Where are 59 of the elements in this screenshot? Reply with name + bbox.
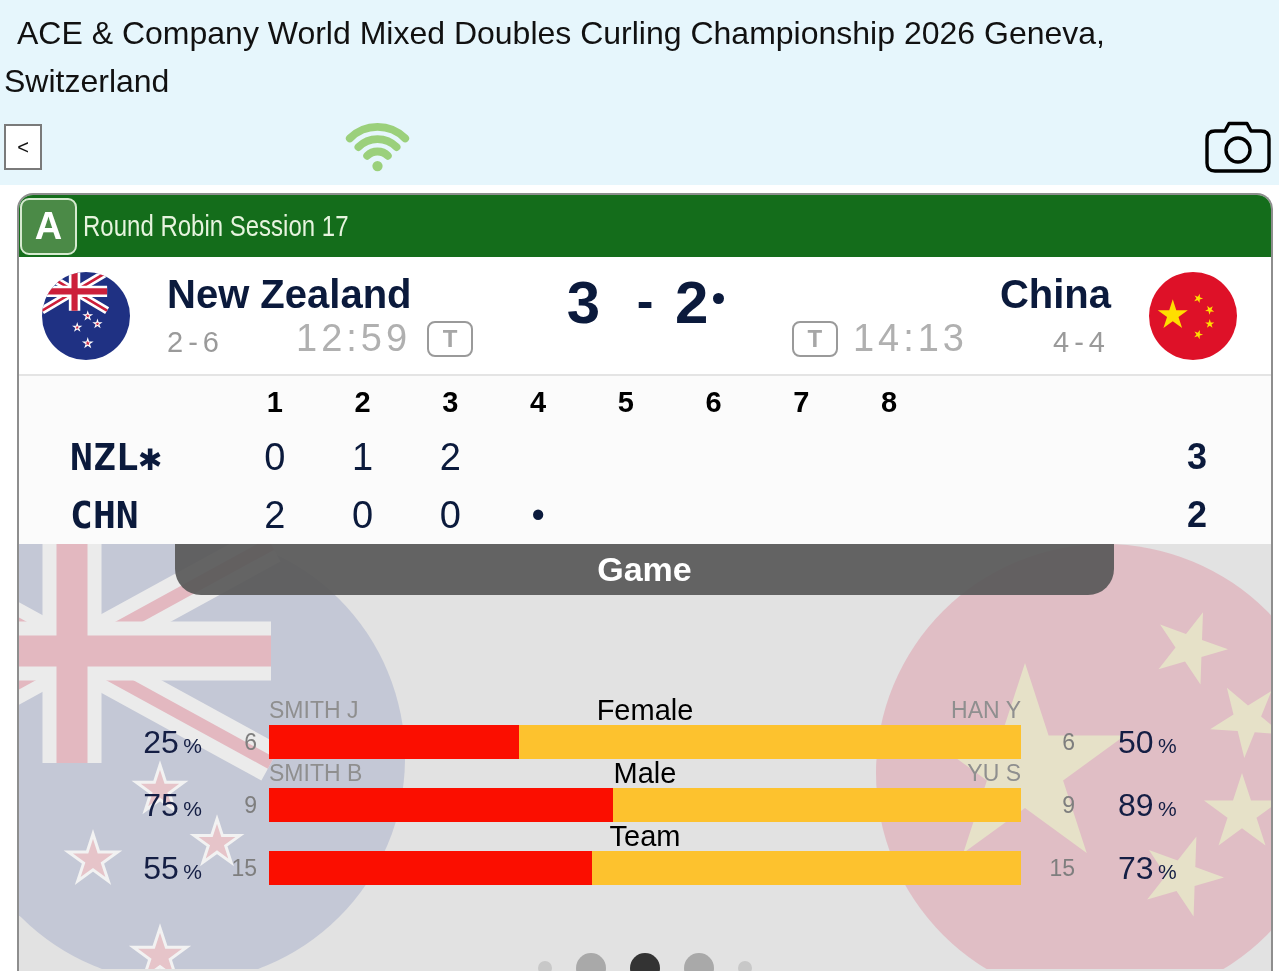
player-name: YU S <box>967 760 1021 786</box>
end-score: 0 <box>352 493 374 536</box>
shot-count: 15 <box>1049 854 1075 882</box>
time-remaining: 12:59 <box>296 317 412 360</box>
shot-count: 6 <box>244 728 257 756</box>
end-score: 1 <box>352 435 374 478</box>
percentage: 89% <box>1118 786 1177 824</box>
total-score: 2 <box>1186 494 1207 535</box>
player-name: SMITH J <box>269 697 359 723</box>
team-record: 4-4 <box>1052 325 1111 359</box>
end-score: 0 <box>264 435 286 478</box>
timeout-indicator: T <box>427 320 474 357</box>
end-score: 2 <box>264 493 286 536</box>
session-name: Round Robin Session 17 <box>83 209 349 243</box>
end-score: • <box>531 493 545 536</box>
wifi-icon <box>345 122 410 172</box>
shot-count: 6 <box>1062 728 1075 756</box>
team-name: New Zealand <box>167 270 413 317</box>
score-separator: - <box>636 271 654 330</box>
percentage: 73% <box>1118 849 1177 887</box>
camera-icon[interactable] <box>1205 121 1271 173</box>
page-title: ACE & Company World Mixed Doubles Curling Championship 2026 Geneva, Switzerland <box>3 14 1106 101</box>
stat-label: Team <box>609 822 681 851</box>
percentage: 75% <box>143 786 202 824</box>
end-score: 0 <box>439 493 461 536</box>
end-number: 6 <box>705 385 722 418</box>
flag-icon <box>1149 271 1237 360</box>
end-number: 8 <box>881 385 898 418</box>
stat-label: Female <box>596 696 694 725</box>
end-number: 7 <box>793 385 810 418</box>
end-number: 1 <box>266 385 283 418</box>
player-name: SMITH B <box>269 760 363 786</box>
end-number: 3 <box>442 385 459 418</box>
team-code: CHN <box>70 493 139 537</box>
team-score: 2 <box>675 270 709 335</box>
team-name: China <box>999 270 1111 317</box>
team-code: NZL✱ <box>70 435 162 479</box>
total-score: 3 <box>1186 436 1207 477</box>
player-name: HAN Y <box>951 697 1021 723</box>
shot-count: 9 <box>244 791 257 819</box>
end-number: 2 <box>354 385 371 418</box>
shot-count: 9 <box>1062 791 1075 819</box>
end-number: 4 <box>530 385 547 418</box>
percentage: 25% <box>143 723 202 761</box>
shot-count: 15 <box>231 854 257 882</box>
team-record: 2-6 <box>167 325 225 359</box>
letter-badge: A <box>20 197 77 255</box>
page-dot[interactable] <box>538 961 552 971</box>
back-button[interactable]: < <box>4 124 42 170</box>
percentage: 50% <box>1118 723 1177 761</box>
page-dot[interactable] <box>738 961 752 971</box>
page-title-bar: Game <box>175 544 1114 595</box>
time-remaining: 14:13 <box>852 317 968 360</box>
end-score: 2 <box>439 435 461 478</box>
end-number: 5 <box>617 385 634 418</box>
percentage: 55% <box>143 849 202 887</box>
stat-label: Male <box>613 759 677 788</box>
timeout-indicator: T <box>791 320 838 357</box>
team-score: 3 <box>566 270 600 335</box>
